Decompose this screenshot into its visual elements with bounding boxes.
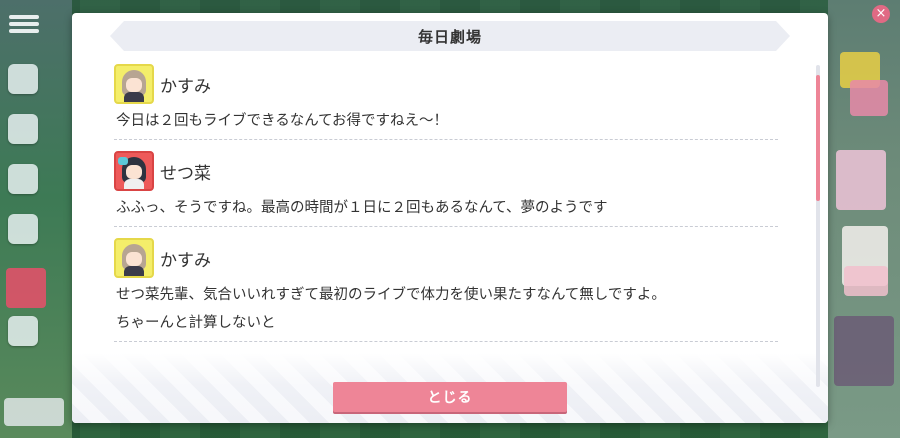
left-background-strip <box>0 0 72 438</box>
background-tile <box>4 398 64 426</box>
kasumi-avatar <box>114 238 154 278</box>
conversation-list[interactable]: かすみ 今日は２回もライブできるなんてお得ですねえ〜！ せつ菜 ふふっ、そうです… <box>114 61 782 379</box>
conversation-entry: かすみ 今日は２回もライブできるなんてお得ですねえ〜！ <box>114 61 782 140</box>
dialogue-line: ふふっ、そうですね。最高の時間が１日に２回もあるなんて、夢のようです <box>116 200 608 216</box>
kasumi-avatar <box>114 64 154 104</box>
conversation-entry: せつ菜 ふふっ、そうですね。最高の時間が１日に２回もあるなんて、夢のようです <box>114 148 782 227</box>
divider <box>114 226 778 227</box>
side-button-3[interactable] <box>8 164 38 194</box>
scrollbar-thumb[interactable] <box>816 75 820 201</box>
menu-icon[interactable] <box>9 12 39 42</box>
divider <box>114 341 778 342</box>
speaker-name: かすみ <box>160 250 211 271</box>
setsuna-avatar <box>114 151 154 191</box>
background-tile <box>6 268 46 308</box>
close-button[interactable]: とじる <box>333 382 567 412</box>
dialog-title: 毎日劇場 <box>417 27 482 46</box>
divider <box>114 139 778 140</box>
side-button-4[interactable] <box>8 214 38 244</box>
speaker-name: かすみ <box>160 76 211 97</box>
speaker-name: せつ菜 <box>160 163 211 184</box>
conversation-entry: かすみ せつ菜先輩、気合いいれすぎて最初のライブで体力を使い果たすなんて無しです… <box>114 235 782 342</box>
side-button-1[interactable] <box>8 64 38 94</box>
background-tile <box>850 80 888 116</box>
side-button-2[interactable] <box>8 114 38 144</box>
scrollbar[interactable] <box>816 65 820 387</box>
side-button-5[interactable] <box>8 316 38 346</box>
close-icon[interactable]: × <box>872 5 890 23</box>
background-tile <box>844 266 888 296</box>
dialogue-line: せつ菜先輩、気合いいれすぎて最初のライブで体力を使い果たすなんて無しですよ。 <box>116 287 666 303</box>
background-tile <box>834 316 894 386</box>
background-tile <box>836 150 886 210</box>
daily-theater-dialog: 毎日劇場 かすみ 今日は２回もライブできるなんてお得ですねえ〜！ せつ菜 ふふっ… <box>72 13 828 423</box>
title-band: 毎日劇場 <box>110 21 790 51</box>
right-background-strip: × <box>828 0 900 438</box>
dialogue-line: 今日は２回もライブできるなんてお得ですねえ〜！ <box>116 113 449 129</box>
dialogue-line: ちゃーんと計算しないと <box>116 315 276 331</box>
